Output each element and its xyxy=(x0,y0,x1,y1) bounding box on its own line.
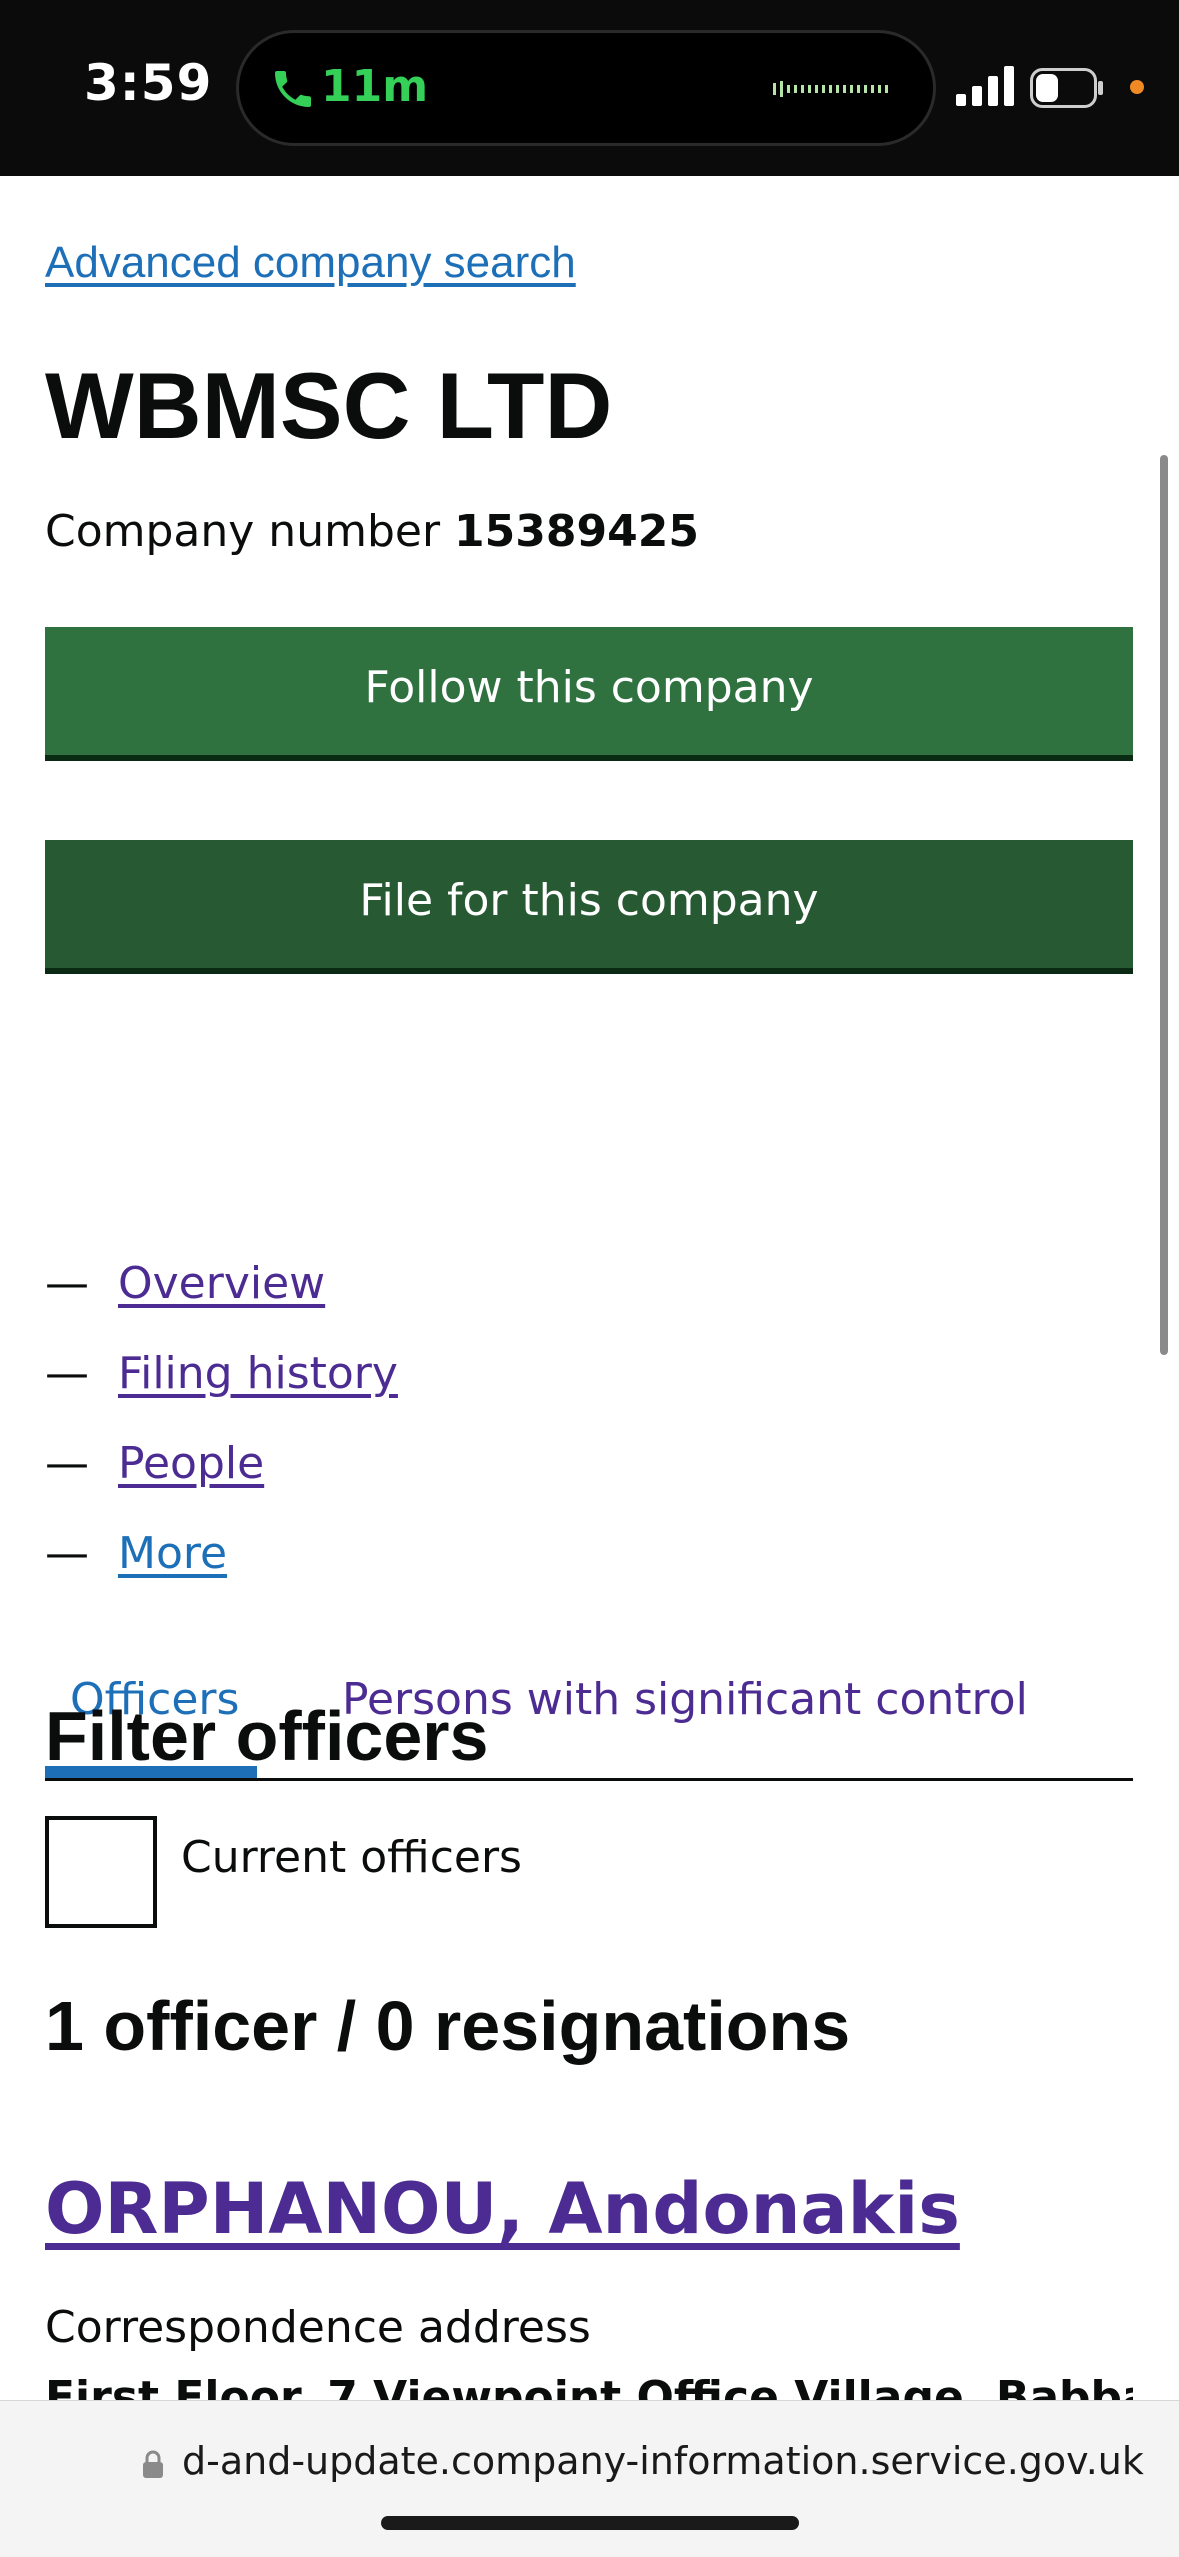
battery-icon xyxy=(1030,68,1103,108)
url-text[interactable]: d-and-update.company-information.service… xyxy=(182,2439,1144,2483)
status-bar: 3:59 11m xyxy=(0,0,1179,176)
phone-icon xyxy=(275,71,311,107)
follow-company-button[interactable]: Follow this company xyxy=(45,627,1133,755)
page-title: WBMSC LTD xyxy=(45,353,613,458)
lock-icon xyxy=(143,2450,163,2478)
browser-address-bar[interactable]: d-and-update.company-information.service… xyxy=(0,2400,1179,2557)
company-nav: — Overview — Filing history — People — M… xyxy=(45,1238,398,1598)
nav-dash: — xyxy=(45,1347,89,1399)
nav-dash: — xyxy=(45,1257,89,1309)
nav-item-more: — More xyxy=(45,1508,398,1598)
current-officers-label[interactable]: Current officers xyxy=(181,1832,522,1883)
nav-link-overview[interactable]: Overview xyxy=(118,1258,325,1309)
clock: 3:59 xyxy=(84,54,213,112)
advanced-company-search-link[interactable]: Advanced company search xyxy=(45,238,576,288)
company-number-label: Company number xyxy=(45,506,441,557)
nav-item-overview: — Overview xyxy=(45,1238,398,1328)
company-number: Company number 15389425 xyxy=(45,506,699,557)
cellular-signal-icon xyxy=(956,66,1014,106)
current-officers-checkbox[interactable] xyxy=(45,1816,157,1928)
company-number-value: 15389425 xyxy=(454,506,699,557)
nav-item-filing-history: — Filing history xyxy=(45,1328,398,1418)
correspondence-address-label: Correspondence address xyxy=(45,2302,591,2353)
nav-link-people[interactable]: People xyxy=(118,1438,264,1489)
audio-waveform-icon xyxy=(773,81,888,97)
officer-name-link[interactable]: ORPHANOU, Andonakis xyxy=(45,2168,960,2250)
privacy-indicator-dot xyxy=(1130,80,1144,94)
file-for-company-button[interactable]: File for this company xyxy=(45,840,1133,968)
dynamic-island[interactable]: 11m xyxy=(236,30,936,146)
nav-link-more[interactable]: More xyxy=(118,1528,227,1579)
home-indicator[interactable] xyxy=(381,2516,799,2530)
nav-dash: — xyxy=(45,1527,89,1579)
nav-link-filing-history[interactable]: Filing history xyxy=(118,1348,398,1399)
nav-item-people: — People xyxy=(45,1418,398,1508)
officer-count-heading: 1 officer / 0 resignations xyxy=(45,1987,851,2065)
nav-dash: — xyxy=(45,1437,89,1489)
call-duration: 11m xyxy=(321,61,429,112)
scrollbar[interactable] xyxy=(1160,455,1168,1355)
filter-officers-heading: Filter officers xyxy=(45,1697,489,1775)
